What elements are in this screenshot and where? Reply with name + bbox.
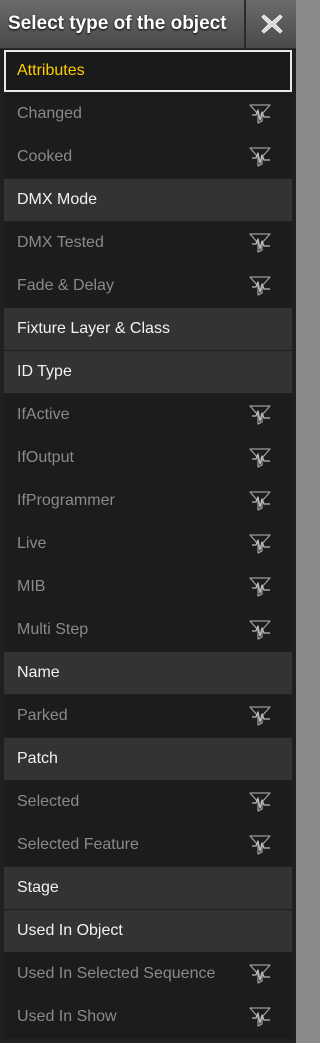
filter-icon[interactable] — [248, 533, 272, 555]
list-item-label: Name — [17, 664, 60, 681]
filter-icon[interactable] — [248, 146, 272, 168]
list-item-label: Used In Selected Sequence — [17, 965, 216, 982]
list-item-label: IfOutput — [17, 449, 74, 466]
list-item-attributes[interactable]: Attributes — [4, 50, 292, 92]
dialog-titlebar: Select type of the object — [0, 0, 296, 49]
list-item-ifprogrammer[interactable]: IfProgrammer — [4, 480, 292, 522]
filter-icon[interactable] — [248, 447, 272, 469]
list-item-label: Cooked — [17, 148, 73, 165]
list-item-label: Fixture Layer & Class — [17, 320, 170, 337]
list-item-stage[interactable]: Stage — [4, 867, 292, 909]
list-item-multi-step[interactable]: Multi Step — [4, 609, 292, 651]
filter-icon[interactable] — [248, 1006, 272, 1028]
filter-icon[interactable] — [248, 834, 272, 856]
list-item-id-type[interactable]: ID Type — [4, 351, 292, 393]
filter-icon[interactable] — [248, 103, 272, 125]
close-icon — [261, 14, 283, 34]
list-item-label: ID Type — [17, 363, 72, 380]
close-button[interactable] — [244, 0, 296, 48]
list-item-label: Patch — [17, 750, 58, 767]
list-item-label: IfActive — [17, 406, 70, 423]
filter-icon[interactable] — [248, 963, 272, 985]
list-item-dmx-tested[interactable]: DMX Tested — [4, 222, 292, 264]
list-item-used-in-show[interactable]: Used In Show — [4, 996, 292, 1038]
list-item-label: DMX Tested — [17, 234, 104, 251]
filter-icon[interactable] — [248, 705, 272, 727]
list-item-label: Selected — [17, 793, 80, 810]
list-item-label: Stage — [17, 879, 59, 896]
object-type-list: Attributes Changed Cooked DMX Mode DMX Tes… — [4, 50, 292, 1039]
list-item-label: Fade & Delay — [17, 277, 114, 294]
dialog-title: Select type of the object — [8, 13, 227, 34]
list-item-label: Parked — [17, 707, 68, 724]
list-item-label: DMX Mode — [17, 191, 98, 208]
list-item-label: Multi Step — [17, 621, 89, 638]
list-item-fixture-layer-class[interactable]: Fixture Layer & Class — [4, 308, 292, 350]
list-item-cooked[interactable]: Cooked — [4, 136, 292, 178]
list-item-used-in-selected-sequence[interactable]: Used In Selected Sequence — [4, 953, 292, 995]
list-item-label: Changed — [17, 105, 82, 122]
filter-icon[interactable] — [248, 490, 272, 512]
filter-icon[interactable] — [248, 619, 272, 641]
list-item-mib[interactable]: MIB — [4, 566, 292, 608]
list-item-label: Live — [17, 535, 47, 552]
list-item-ifactive[interactable]: IfActive — [4, 394, 292, 436]
list-item-fade-delay[interactable]: Fade & Delay — [4, 265, 292, 307]
list-item-label: IfProgrammer — [17, 492, 115, 509]
filter-icon[interactable] — [248, 404, 272, 426]
list-item-used-in-object[interactable]: Used In Object — [4, 910, 292, 952]
list-item-live[interactable]: Live — [4, 523, 292, 565]
list-item-ifoutput[interactable]: IfOutput — [4, 437, 292, 479]
list-item-selected[interactable]: Selected — [4, 781, 292, 823]
list-item-parked[interactable]: Parked — [4, 695, 292, 737]
filter-icon[interactable] — [248, 232, 272, 254]
list-item-changed[interactable]: Changed — [4, 93, 292, 135]
list-item-label: Attributes — [17, 62, 85, 79]
list-item-dmx-mode[interactable]: DMX Mode — [4, 179, 292, 221]
list-item-label: Used In Object — [17, 922, 123, 939]
select-object-type-dialog: Select type of the object Attributes Chan… — [0, 0, 296, 1043]
list-item-patch[interactable]: Patch — [4, 738, 292, 780]
list-item-selected-feature[interactable]: Selected Feature — [4, 824, 292, 866]
list-item-label: Used In Show — [17, 1008, 117, 1025]
list-item-label: Selected Feature — [17, 836, 139, 853]
filter-icon[interactable] — [248, 275, 272, 297]
filter-icon[interactable] — [248, 576, 272, 598]
list-item-name[interactable]: Name — [4, 652, 292, 694]
list-item-label: MIB — [17, 578, 46, 595]
filter-icon[interactable] — [248, 791, 272, 813]
